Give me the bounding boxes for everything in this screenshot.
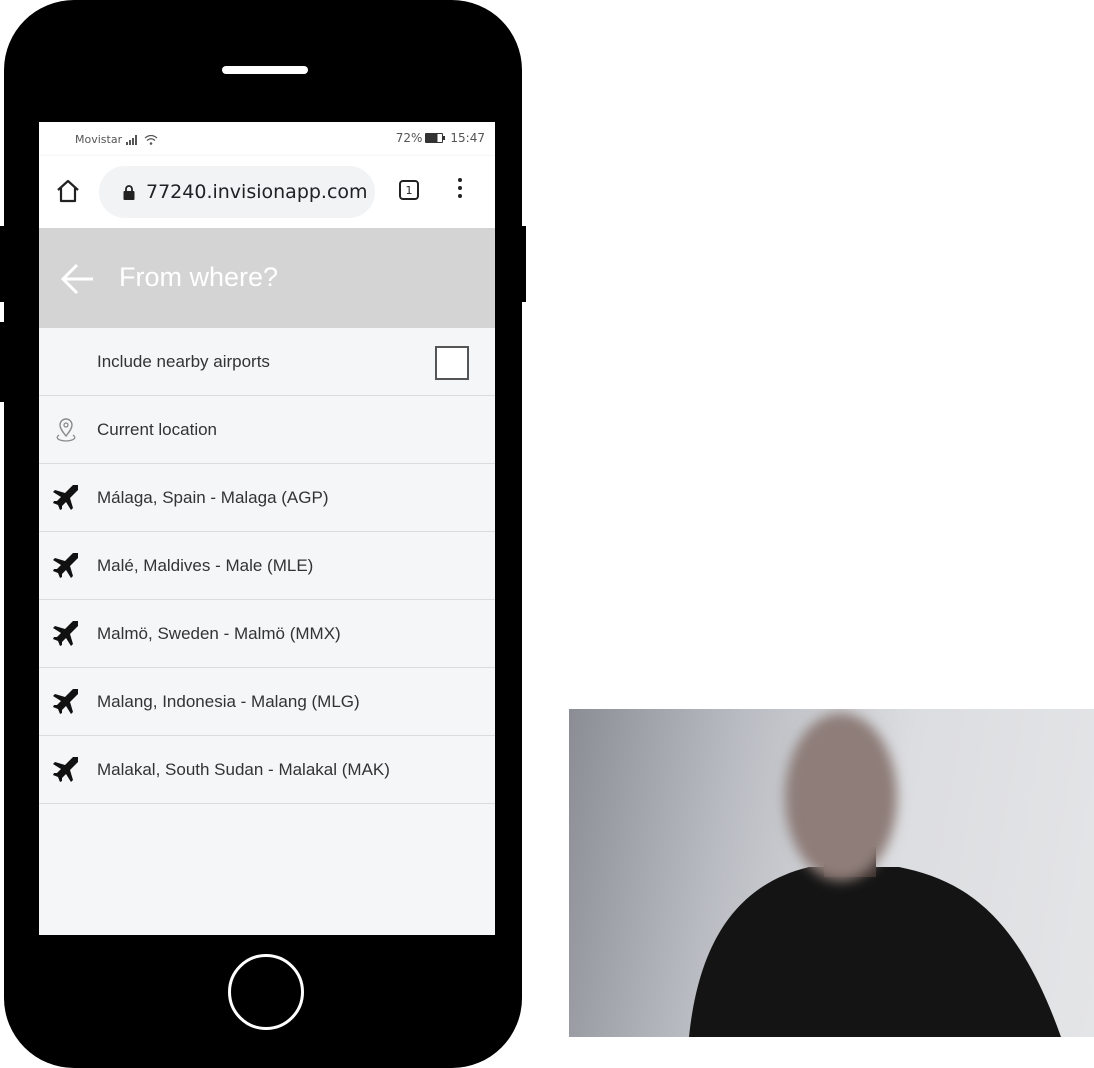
list-item[interactable]: Málaga, Spain - Malaga (AGP)	[39, 464, 495, 532]
location-pin-icon	[56, 418, 76, 442]
status-bar: Movistar 72% 15:47	[39, 122, 495, 156]
phone-home-button	[228, 954, 304, 1030]
phone-frame: Movistar 72% 15:47 77240.invisionapp.com…	[4, 0, 522, 1068]
list-item[interactable]: Malé, Maldives - Male (MLE)	[39, 532, 495, 600]
result-label: Málaga, Spain - Malaga (AGP)	[97, 488, 329, 507]
current-location-row[interactable]: Current location	[39, 396, 495, 464]
app-header: From where?	[39, 228, 495, 328]
plane-icon	[53, 621, 78, 646]
browser-toolbar: 77240.invisionapp.com 1	[39, 156, 495, 228]
lock-icon	[123, 185, 135, 200]
plane-icon	[53, 689, 78, 714]
nearby-airports-label: Include nearby airports	[97, 352, 270, 371]
list-item[interactable]: Malmö, Sweden - Malmö (MMX)	[39, 600, 495, 668]
nearby-airports-row[interactable]: Include nearby airports	[39, 328, 495, 396]
phone-speaker	[222, 66, 308, 74]
clock: 15:47	[450, 131, 485, 145]
result-label: Malang, Indonesia - Malang (MLG)	[97, 692, 360, 711]
home-icon[interactable]	[55, 178, 81, 204]
current-location-label: Current location	[97, 420, 218, 439]
list-item[interactable]: Malakal, South Sudan - Malakal (MAK)	[39, 736, 495, 804]
wifi-icon	[144, 134, 158, 145]
status-right: 72% 15:47	[396, 131, 485, 145]
plane-icon	[53, 553, 78, 578]
plane-icon	[53, 485, 78, 510]
person-silhouette	[689, 713, 1061, 1037]
blurred-face	[785, 713, 897, 881]
phone-screen: Movistar 72% 15:47 77240.invisionapp.com…	[39, 122, 495, 935]
result-label: Malakal, South Sudan - Malakal (MAK)	[97, 760, 390, 779]
nearby-airports-checkbox[interactable]	[435, 346, 469, 380]
page-title: From where?	[119, 262, 279, 292]
result-label: Malé, Maldives - Male (MLE)	[97, 556, 314, 575]
battery-percent: 72%	[395, 131, 423, 145]
status-left: Movistar	[75, 133, 158, 146]
url-text: 77240.invisionapp.com	[146, 181, 368, 203]
list-item[interactable]: Malang, Indonesia - Malang (MLG)	[39, 668, 495, 736]
arrow-left-icon[interactable]	[61, 262, 95, 296]
webcam-feed	[569, 709, 1094, 1037]
address-bar[interactable]: 77240.invisionapp.com	[99, 166, 375, 218]
plane-icon	[53, 757, 78, 782]
menu-dots-icon[interactable]	[457, 178, 463, 204]
signal-icon	[126, 134, 138, 145]
battery-icon	[425, 133, 446, 143]
result-label: Malmö, Sweden - Malmö (MMX)	[97, 624, 341, 643]
tabs-icon[interactable]: 1	[399, 180, 419, 200]
carrier-name: Movistar	[75, 133, 123, 146]
